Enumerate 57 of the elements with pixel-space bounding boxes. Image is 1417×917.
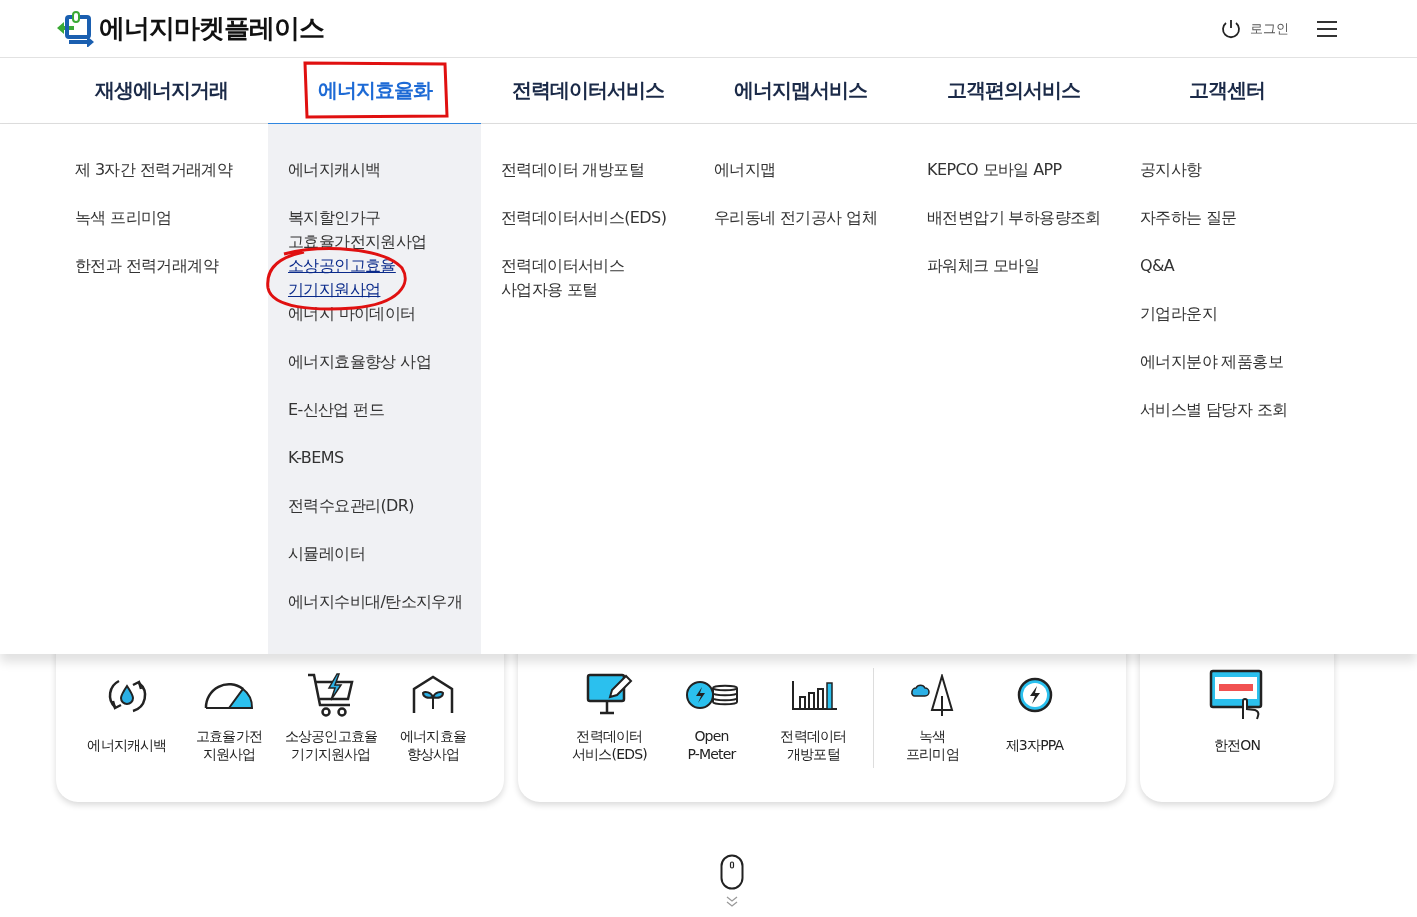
submenu-link[interactable]: Q&A (1140, 254, 1175, 278)
submenu-link[interactable]: 시뮬레이터 (288, 542, 365, 566)
shortcut-button[interactable]: 에너지캐시백 (78, 668, 176, 768)
nav-tab[interactable]: 전력데이터서비스 (511, 77, 664, 104)
submenu-link[interactable]: 복지할인가구 고효율가전지원사업 (288, 206, 427, 254)
house-sprout-icon (412, 675, 454, 715)
submenu-link[interactable]: 전력수요관리(DR) (288, 494, 414, 518)
shortcut-button[interactable]: 소상공인고효율 기기지원사업 (282, 668, 380, 768)
mouse-icon (720, 854, 744, 890)
submenu-link[interactable]: 에너지맵 (714, 158, 776, 182)
logo-icon (55, 10, 95, 47)
submenu-link[interactable]: 파워체크 모바일 (927, 254, 1040, 278)
submenu-link[interactable]: 전력데이터 개방포털 (501, 158, 645, 182)
submenu-link[interactable]: 에너지수비대/탄소지우개 (288, 590, 463, 614)
shortcut-button[interactable]: 전력데이터 서비스(EDS) (560, 668, 659, 768)
login-button[interactable]: 로그인 (1220, 17, 1289, 40)
lightning-circle-icon (1015, 676, 1054, 714)
shortcut-button[interactable]: 녹색 프리미엄 (883, 668, 982, 768)
submenu-link[interactable]: E-신산업 펀드 (288, 398, 385, 422)
monitor-pen-icon (585, 673, 634, 717)
submenu-link[interactable]: 전력데이터서비스 사업자용 포털 (501, 254, 625, 302)
submenu-link[interactable]: 한전과 전력거래계약 (75, 254, 219, 278)
nav-tab[interactable]: 에너지효율화 (317, 77, 432, 104)
submenu-link[interactable]: 자주하는 질문 (1140, 206, 1237, 230)
bar-chart-icon (790, 679, 837, 711)
shortcut-button[interactable]: 에너지효율 향상사업 (384, 668, 482, 768)
nav-tab[interactable]: 고객센터 (1188, 77, 1265, 104)
shortcut-button[interactable]: 제3자PPA (985, 668, 1084, 768)
cloud-tree-icon (909, 674, 956, 716)
submenu-link[interactable]: 배전변압기 부하용량조회 (927, 206, 1101, 230)
menu-icon[interactable] (1317, 20, 1337, 37)
submenu-link[interactable]: 전력데이터서비스(EDS) (501, 206, 667, 230)
submenu-link[interactable]: 기업라운지 (1140, 302, 1217, 326)
nav-tab[interactable]: 재생에너지거래 (95, 77, 228, 104)
cart-lightning-icon (307, 672, 355, 718)
submenu-link[interactable]: K-BEMS (288, 446, 344, 470)
lightning-coins-icon (684, 679, 739, 711)
submenu-link[interactable]: 녹색 프리미엄 (75, 206, 172, 230)
shortcut-button[interactable]: 고효율가전 지원사업 (180, 668, 278, 768)
submenu-link[interactable]: 에너지캐시백 (288, 158, 381, 182)
submenu-link[interactable]: 서비스별 담당자 조회 (1140, 398, 1288, 422)
shortcut-button[interactable]: 전력데이터 개방포털 (764, 668, 863, 768)
submenu-link[interactable]: 공지사항 (1140, 158, 1202, 182)
submenu-link[interactable]: 제 3자간 전력거래계약 (75, 158, 233, 182)
submenu-link[interactable]: KEPCO 모바일 APP (927, 158, 1062, 182)
shortcut-button[interactable]: Open P-Meter (662, 668, 761, 768)
nav-tab[interactable]: 고객편의서비스 (947, 77, 1080, 104)
shortcut-button[interactable]: 한전ON (1188, 668, 1286, 768)
screen-hand-icon (1209, 669, 1265, 721)
submenu-link[interactable]: 우리동네 전기공사 업체 (714, 206, 877, 230)
logo-text: 에너지마켓플레이스 (99, 12, 324, 45)
double-chevron-down-icon (726, 896, 738, 908)
power-icon (1220, 17, 1242, 40)
submenu-link[interactable]: 소상공인고효율 기기지원사업 (288, 254, 396, 302)
nav-tab[interactable]: 에너지맵서비스 (734, 77, 867, 104)
submenu-link[interactable]: 에너지효율향상 사업 (288, 350, 432, 374)
submenu-link[interactable]: 에너지분야 제품홍보 (1140, 350, 1284, 374)
